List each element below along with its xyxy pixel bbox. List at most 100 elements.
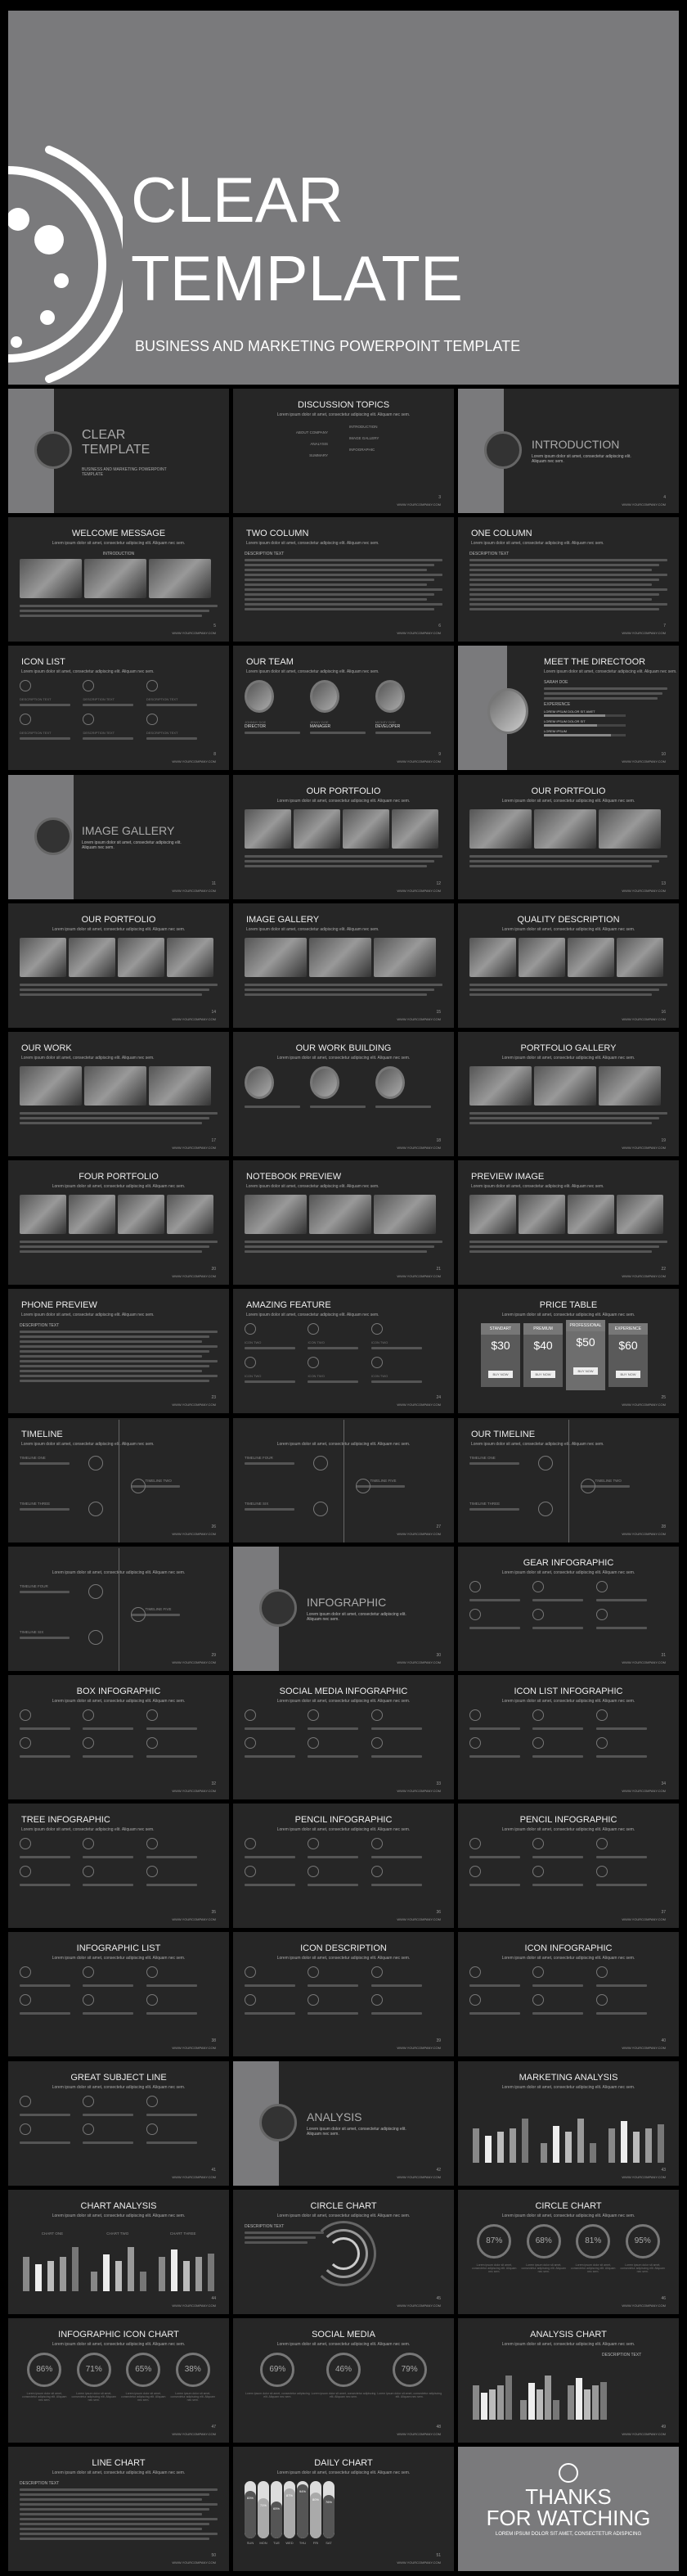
slide-thumbnail[interactable]: ICON INFOGRAPHIC Lorem ipsum dolor sit am… (458, 1932, 679, 2057)
car-image[interactable] (469, 1066, 532, 1106)
footer-url[interactable]: WWW.YOURCOMPANY.COM (172, 2175, 216, 2179)
slide-thumbnail[interactable]: FOUR PORTFOLIO Lorem ipsum dolor sit amet… (8, 1160, 229, 1286)
footer-url[interactable]: WWW.YOURCOMPANY.COM (397, 1274, 441, 1278)
topic-item[interactable]: INTRODUCTION (245, 425, 442, 429)
footer-url[interactable]: WWW.YOURCOMPANY.COM (172, 2046, 216, 2050)
car-image[interactable] (245, 937, 307, 977)
car-image[interactable] (469, 937, 516, 977)
car-image[interactable] (167, 937, 213, 977)
slide-thumbnail[interactable]: NOTEBOOK PREVIEW Lorem ipsum dolor sit am… (233, 1160, 454, 1286)
footer-url[interactable]: WWW.YOURCOMPANY.COM (622, 631, 666, 635)
buy-now-button[interactable]: BUY NOW (531, 1371, 555, 1379)
slide-thumbnail[interactable]: CIRCLE CHART Lorem ipsum dolor sit amet, … (458, 2189, 679, 2314)
car-image[interactable] (534, 808, 596, 849)
car-image[interactable] (374, 937, 436, 977)
slide-thumbnail[interactable]: OUR WORK BUILDING Lorem ipsum dolor sit a… (233, 1032, 454, 1156)
car-image[interactable] (568, 937, 614, 977)
slide-thumbnail[interactable]: WELCOME MESSAGE Lorem ipsum dolor sit ame… (8, 517, 229, 642)
car-image[interactable] (617, 937, 663, 977)
buy-now-button[interactable]: BUY NOW (488, 1371, 513, 1379)
slide-thumbnail[interactable]: TIMELINE Lorem ipsum dolor sit amet, cons… (8, 1417, 229, 1542)
footer-url[interactable]: WWW.YOURCOMPANY.COM (172, 1917, 216, 1921)
slide-thumbnail[interactable]: MEET THE DIRECTOOR Lorem ipsum dolor sit … (458, 646, 679, 771)
footer-url[interactable]: WWW.YOURCOMPANY.COM (172, 1532, 216, 1536)
slide-thumbnail[interactable]: OUR TEAM Lorem ipsum dolor sit amet, cons… (233, 646, 454, 771)
footer-url[interactable]: WWW.YOURCOMPANY.COM (622, 2432, 666, 2436)
slide-thumbnail[interactable]: TREE INFOGRAPHIC Lorem ipsum dolor sit am… (8, 1804, 229, 1929)
slide-thumbnail[interactable]: OUR PORTFOLIO Lorem ipsum dolor sit amet,… (233, 774, 454, 899)
car-image[interactable] (84, 559, 146, 599)
car-image[interactable] (118, 937, 164, 977)
footer-url[interactable]: WWW.YOURCOMPANY.COM (622, 2175, 666, 2179)
slide-thumbnail[interactable]: CIRCLE CHART Lorem ipsum dolor sit amet, … (233, 2189, 454, 2314)
slide-thumbnail[interactable]: OUR TIMELINE Lorem ipsum dolor sit amet, … (458, 1417, 679, 1542)
footer-url[interactable]: WWW.YOURCOMPANY.COM (622, 759, 666, 763)
footer-url[interactable]: WWW.YOURCOMPANY.COM (622, 1789, 666, 1793)
slide-thumbnail[interactable]: DISCUSSION TOPICS Lorem ipsum dolor sit a… (233, 389, 454, 513)
slide-thumbnail[interactable]: ICON LIST INFOGRAPHIC Lorem ipsum dolor s… (458, 1675, 679, 1799)
slide-thumbnail[interactable]: ICON DESCRIPTION Lorem ipsum dolor sit am… (233, 1932, 454, 2057)
slide-thumbnail[interactable]: BOX INFOGRAPHIC Lorem ipsum dolor sit ame… (8, 1675, 229, 1799)
car-image[interactable] (20, 937, 66, 977)
buy-now-button[interactable]: BUY NOW (616, 1371, 640, 1379)
footer-url[interactable]: WWW.YOURCOMPANY.COM (397, 2046, 441, 2050)
car-image[interactable] (149, 559, 211, 599)
slide-thumbnail[interactable]: THANKS FOR WATCHING LOREM IPSUM DOLOR SIT … (458, 2447, 679, 2572)
topic-item[interactable]: ABOUT COMPANY (245, 430, 442, 435)
slide-thumbnail[interactable]: ANALYSIS CHART Lorem ipsum dolor sit amet… (458, 2318, 679, 2443)
slide-thumbnail[interactable]: LINE CHART Lorem ipsum dolor sit amet, co… (8, 2447, 229, 2572)
footer-url[interactable]: WWW.YOURCOMPANY.COM (397, 1917, 441, 1921)
topic-item[interactable]: INFOGRAPHIC (245, 448, 442, 452)
slide-thumbnail[interactable]: DAILY CHART Lorem ipsum dolor sit amet, c… (233, 2447, 454, 2572)
footer-url[interactable]: WWW.YOURCOMPANY.COM (397, 1789, 441, 1793)
car-image[interactable] (469, 808, 532, 849)
slide-thumbnail[interactable]: PENCIL INFOGRAPHIC Lorem ipsum dolor sit … (458, 1804, 679, 1929)
footer-url[interactable]: WWW.YOURCOMPANY.COM (397, 759, 441, 763)
slide-thumbnail[interactable]: IMAGE GALLERY Lorem ipsum dolor sit amet,… (8, 774, 229, 899)
footer-url[interactable]: WWW.YOURCOMPANY.COM (622, 1660, 666, 1664)
footer-url[interactable]: WWW.YOURCOMPANY.COM (622, 889, 666, 893)
slide-thumbnail[interactable]: OUR PORTFOLIO Lorem ipsum dolor sit amet,… (8, 903, 229, 1028)
slide-thumbnail[interactable]: TWO COLUMN Lorem ipsum dolor sit amet, co… (233, 517, 454, 642)
car-image[interactable] (343, 808, 389, 849)
slide-thumbnail[interactable]: CLEAR TEMPLATE BUSINESS AND MARKETING POW… (8, 389, 229, 513)
slide-thumbnail[interactable]: OUR PORTFOLIO Lorem ipsum dolor sit amet,… (458, 774, 679, 899)
car-image[interactable] (519, 937, 565, 977)
footer-url[interactable]: WWW.YOURCOMPANY.COM (397, 1017, 441, 1021)
footer-url[interactable]: WWW.YOURCOMPANY.COM (397, 2432, 441, 2436)
slide-thumbnail[interactable]: ONE COLUMN Lorem ipsum dolor sit amet, co… (458, 517, 679, 642)
car-image[interactable] (167, 1195, 213, 1235)
footer-url[interactable]: WWW.YOURCOMPANY.COM (172, 1146, 216, 1150)
slide-thumbnail[interactable]: GREAT SUBJECT LINE Lorem ipsum dolor sit … (8, 2060, 229, 2186)
slide-thumbnail[interactable]: INFOGRAPHIC ICON CHART Lorem ipsum dolor … (8, 2318, 229, 2443)
slide-thumbnail[interactable]: INFOGRAPHIC Lorem ipsum dolor sit amet, c… (233, 1546, 454, 1671)
footer-url[interactable]: WWW.YOURCOMPANY.COM (172, 1789, 216, 1793)
car-image[interactable] (309, 1195, 371, 1235)
slide-thumbnail[interactable]: ICON LIST Lorem ipsum dolor sit amet, con… (8, 646, 229, 771)
slide-thumbnail[interactable]: Lorem ipsum dolor sit amet, consectetur … (233, 1417, 454, 1542)
footer-url[interactable]: WWW.YOURCOMPANY.COM (397, 2560, 441, 2565)
footer-url[interactable]: WWW.YOURCOMPANY.COM (397, 631, 441, 635)
car-image[interactable] (20, 1195, 66, 1235)
slide-thumbnail[interactable]: IMAGE GALLERY Lorem ipsum dolor sit amet,… (233, 903, 454, 1028)
car-image[interactable] (374, 1195, 436, 1235)
buy-now-button[interactable]: BUY NOW (573, 1367, 598, 1376)
footer-url[interactable]: WWW.YOURCOMPANY.COM (622, 1532, 666, 1536)
car-image[interactable] (469, 1195, 516, 1235)
car-image[interactable] (617, 1195, 663, 1235)
topic-item[interactable]: IMAGE GALLERY (245, 436, 442, 440)
car-image[interactable] (84, 1066, 146, 1106)
car-image[interactable] (309, 937, 371, 977)
slide-thumbnail[interactable]: INTRODUCTION Lorem ipsum dolor sit amet, … (458, 389, 679, 513)
footer-url[interactable]: WWW.YOURCOMPANY.COM (172, 1017, 216, 1021)
slide-thumbnail[interactable]: PENCIL INFOGRAPHIC Lorem ipsum dolor sit … (233, 1804, 454, 1929)
footer-url[interactable]: WWW.YOURCOMPANY.COM (172, 1660, 216, 1664)
footer-url[interactable]: WWW.YOURCOMPANY.COM (172, 1403, 216, 1407)
footer-url[interactable]: WWW.YOURCOMPANY.COM (397, 1532, 441, 1536)
car-image[interactable] (245, 1195, 307, 1235)
slide-thumbnail[interactable]: GEAR INFOGRAPHIC Lorem ipsum dolor sit am… (458, 1546, 679, 1671)
footer-url[interactable]: WWW.YOURCOMPANY.COM (397, 1146, 441, 1150)
slide-thumbnail[interactable]: CHART ANALYSIS Lorem ipsum dolor sit amet… (8, 2189, 229, 2314)
slide-thumbnail[interactable]: INFOGRAPHIC LIST Lorem ipsum dolor sit am… (8, 1932, 229, 2057)
footer-url[interactable]: WWW.YOURCOMPANY.COM (397, 1403, 441, 1407)
